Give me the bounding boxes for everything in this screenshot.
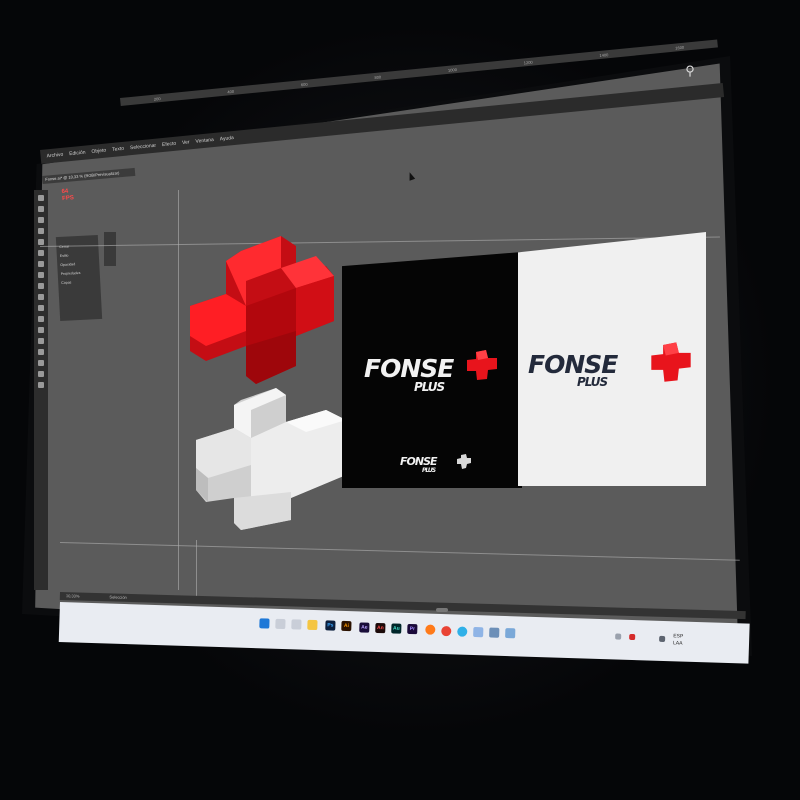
- menu-item-ventana[interactable]: Ventana: [195, 137, 214, 145]
- ruler-tick: 1200: [523, 59, 533, 65]
- pen-tool-icon[interactable]: [38, 217, 44, 223]
- menu-item-objeto[interactable]: Objeto: [91, 148, 106, 155]
- photoshop-label: Ps: [327, 622, 334, 629]
- rectangle-tool-icon[interactable]: [38, 250, 44, 256]
- edge-icon[interactable]: [457, 626, 468, 637]
- ruler-tick: 1000: [447, 66, 458, 73]
- current-tool-label: Selección: [109, 594, 127, 600]
- animate-icon[interactable]: An: [375, 622, 386, 634]
- search-taskbar-icon[interactable]: [275, 618, 286, 630]
- input-language[interactable]: ESP: [673, 633, 683, 639]
- guide-line: [196, 540, 197, 600]
- ruler-tick: 200: [153, 95, 161, 102]
- animate-label: An: [376, 624, 384, 632]
- panel-item-opacidad[interactable]: Opacidad: [60, 261, 96, 267]
- collapsed-panel-dock[interactable]: [104, 232, 116, 266]
- brush-tool-icon[interactable]: [38, 261, 44, 267]
- ruler-tick: 1400: [599, 51, 609, 58]
- logo-cross-small-icon: [457, 454, 471, 469]
- panel-item-estilo[interactable]: Estilo: [60, 252, 96, 258]
- line-tool-icon[interactable]: [38, 239, 44, 245]
- search-icon[interactable]: ⚲: [683, 64, 697, 78]
- illustrator-label: Ai: [343, 622, 349, 630]
- after-effects-icon[interactable]: Ae: [359, 622, 370, 633]
- tools-panel: [34, 190, 48, 590]
- firefox-icon[interactable]: [425, 624, 436, 635]
- keyboard-layout[interactable]: LAA: [673, 640, 683, 646]
- illustrator-icon[interactable]: Ai: [341, 620, 352, 632]
- logo-wordmark-dark: FONSE: [364, 354, 454, 383]
- after-effects-label: Ae: [361, 624, 368, 631]
- properties-panel: Cerrar Estilo Opacidad Propiedades Capas: [55, 234, 103, 322]
- ruler-tick: 1600: [674, 44, 685, 51]
- wifi-icon[interactable]: [659, 635, 666, 643]
- panel-item-propiedades[interactable]: Propiedades: [61, 270, 97, 276]
- photoshop-icon[interactable]: Ps: [325, 620, 336, 631]
- chrome-icon[interactable]: [441, 625, 452, 637]
- zoom-tool-icon[interactable]: [38, 371, 44, 377]
- menu-item-ayuda[interactable]: Ayuda: [220, 135, 235, 142]
- fps-label: FPS: [61, 195, 75, 203]
- type-tool-icon[interactable]: [38, 228, 44, 234]
- shape-builder-tool-icon[interactable]: [38, 327, 44, 333]
- menu-item-ver[interactable]: Ver: [182, 139, 190, 146]
- menu-item-texto[interactable]: Texto: [112, 146, 124, 153]
- scale-tool-icon[interactable]: [38, 305, 44, 311]
- rotate-tool-icon[interactable]: [38, 294, 44, 300]
- file-explorer-icon[interactable]: [307, 619, 318, 631]
- width-tool-icon[interactable]: [38, 316, 44, 322]
- ruler-tick: 400: [227, 88, 235, 94]
- menu-item-efecto[interactable]: Efecto: [162, 141, 177, 148]
- logo-subtitle-small: PLUS: [422, 467, 436, 474]
- menu-item-archivo[interactable]: Archivo: [46, 152, 63, 160]
- calculator-icon[interactable]: [489, 627, 500, 638]
- fps-overlay: 64 FPS: [61, 187, 88, 205]
- task-view-icon[interactable]: [291, 619, 302, 630]
- guide-line: [178, 190, 179, 590]
- logo-subtitle-dark: PLUS: [414, 380, 445, 394]
- logo-cross-light-icon: [651, 342, 691, 382]
- eraser-tool-icon[interactable]: [38, 283, 44, 289]
- chevron-up-icon[interactable]: [615, 633, 622, 640]
- logo-subtitle-light: PLUS: [577, 375, 608, 389]
- pencil-tool-icon[interactable]: [38, 272, 44, 278]
- logo-cross-icon: [467, 350, 497, 380]
- eyedropper-tool-icon[interactable]: [38, 349, 44, 355]
- zoom-level[interactable]: 10,33%: [66, 593, 80, 598]
- red-3d-cross-artwork[interactable]: [186, 236, 336, 386]
- menu-item-seleccionar[interactable]: Seleccionar: [130, 143, 157, 152]
- menu-item-edicion[interactable]: Edición: [69, 150, 86, 158]
- ruler-tick: 800: [374, 73, 382, 80]
- premiere-icon[interactable]: Pr: [407, 623, 418, 635]
- white-3d-cross-artwork[interactable]: [196, 380, 346, 530]
- selection-tool-icon[interactable]: [38, 195, 44, 201]
- windows-start-icon[interactable]: [259, 618, 270, 629]
- premiere-label: Pr: [409, 625, 416, 633]
- audition-icon[interactable]: Au: [391, 623, 402, 634]
- fill-stroke-icon[interactable]: [38, 382, 44, 388]
- hand-tool-icon[interactable]: [38, 360, 44, 366]
- panel-item-capas[interactable]: Capas: [61, 279, 97, 285]
- settings-icon[interactable]: [505, 628, 516, 639]
- ruler-tick: 600: [300, 81, 308, 87]
- audition-label: Au: [392, 625, 400, 632]
- taskbar-indicator: [436, 608, 448, 612]
- gradient-tool-icon[interactable]: [38, 338, 44, 344]
- notepad-icon[interactable]: [473, 626, 484, 638]
- notification-badge-icon[interactable]: [629, 633, 636, 641]
- direct-selection-tool-icon[interactable]: [38, 206, 44, 212]
